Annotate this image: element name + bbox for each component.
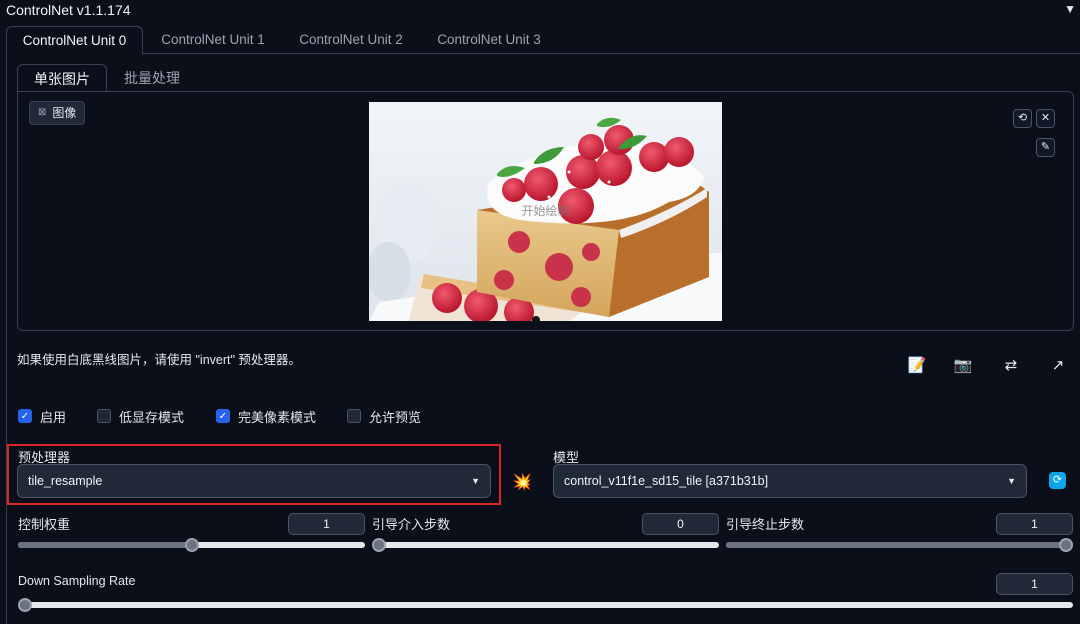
- undo-button[interactable]: ⟲: [1013, 109, 1032, 128]
- model-value: control_v11f1e_sd15_tile [a371b31b]: [564, 474, 769, 488]
- image-label: ⊠ 图像: [29, 101, 86, 125]
- checkbox-label: 允许预览: [369, 409, 422, 425]
- brush-button[interactable]: ✎: [1036, 138, 1055, 157]
- down-sampling-input[interactable]: 1: [996, 573, 1073, 595]
- chevron-down-icon: ▼: [471, 476, 480, 486]
- unit-tabs: ControlNet Unit 0 ControlNet Unit 1 Cont…: [6, 26, 1080, 55]
- invert-hint: 如果使用白底黑线图片，请使用 "invert" 预处理器。: [17, 353, 301, 367]
- control-weight-label: 控制权重: [18, 517, 71, 532]
- tab-unit-0[interactable]: ControlNet Unit 0: [6, 26, 143, 55]
- edit-canvas-icon[interactable]: 📝: [905, 355, 929, 377]
- tab-batch[interactable]: 批量处理: [111, 64, 193, 92]
- tab-single-image[interactable]: 单张图片: [17, 64, 107, 92]
- image-label-text: 图像: [52, 106, 77, 120]
- refresh-models-icon[interactable]: ⟳: [1049, 472, 1066, 489]
- checkbox-label: 完美像素模式: [238, 409, 317, 425]
- preprocessor-select[interactable]: tile_resample ▼: [17, 464, 491, 498]
- down-sampling-slider[interactable]: [18, 598, 1073, 612]
- check-icon[interactable]: ✓: [216, 409, 230, 423]
- checkbox-pixel-perfect[interactable]: ✓ 完美像素模式: [216, 407, 316, 425]
- checkbox-label: 启用: [40, 409, 67, 425]
- guidance-start-label: 引导介入步数: [372, 517, 451, 532]
- slider-thumb[interactable]: [372, 538, 386, 552]
- check-icon[interactable]: ✓: [18, 409, 32, 423]
- tab-unit-3[interactable]: ControlNet Unit 3: [423, 26, 555, 54]
- model-select[interactable]: control_v11f1e_sd15_tile [a371b31b] ▼: [553, 464, 1027, 498]
- start-drawing-text: 开始绘制: [521, 204, 570, 218]
- checkbox-low-vram[interactable]: 低显存模式: [97, 407, 184, 425]
- clear-image-button[interactable]: ✕: [1036, 109, 1055, 128]
- preprocessor-value: tile_resample: [28, 474, 103, 488]
- send-dimensions-icon[interactable]: ↗: [1046, 355, 1070, 377]
- panel-title: ControlNet v1.1.174: [6, 2, 131, 18]
- tab-unit-2[interactable]: ControlNet Unit 2: [285, 26, 417, 54]
- guidance-end-slider[interactable]: [726, 538, 1073, 552]
- guidance-end-label: 引导终止步数: [726, 517, 805, 532]
- checkbox-box[interactable]: [347, 409, 361, 423]
- slider-thumb[interactable]: [1059, 538, 1073, 552]
- image-icon: ⊠: [38, 107, 47, 118]
- slider-thumb[interactable]: [184, 538, 199, 552]
- mode-tabs: 单张图片 批量处理: [17, 64, 1074, 92]
- control-weight-input[interactable]: 1: [288, 513, 365, 535]
- camera-icon[interactable]: 📷: [951, 355, 975, 377]
- slider-fill: [726, 542, 1066, 548]
- slider-thumb[interactable]: [18, 598, 32, 612]
- down-sampling-label: Down Sampling Rate: [18, 574, 136, 588]
- checkbox-box[interactable]: [97, 409, 111, 423]
- tab-unit-1[interactable]: ControlNet Unit 1: [147, 26, 279, 54]
- guidance-start-slider[interactable]: [372, 538, 719, 552]
- collapse-icon[interactable]: ▼: [1064, 2, 1076, 16]
- chevron-down-icon: ▼: [1007, 476, 1016, 486]
- guidance-end-input[interactable]: 1: [996, 513, 1073, 535]
- guidance-start-input[interactable]: 0: [642, 513, 719, 535]
- control-weight-slider[interactable]: [18, 538, 365, 552]
- checkbox-label: 低显存模式: [119, 409, 185, 425]
- run-preprocessor-icon[interactable]: 💥: [512, 472, 532, 492]
- slider-fill: [18, 542, 192, 548]
- checkbox-allow-preview[interactable]: 允许预览: [347, 407, 421, 425]
- swap-dimensions-icon[interactable]: ⇄: [999, 355, 1023, 377]
- checkbox-enable[interactable]: ✓ 启用: [18, 407, 66, 425]
